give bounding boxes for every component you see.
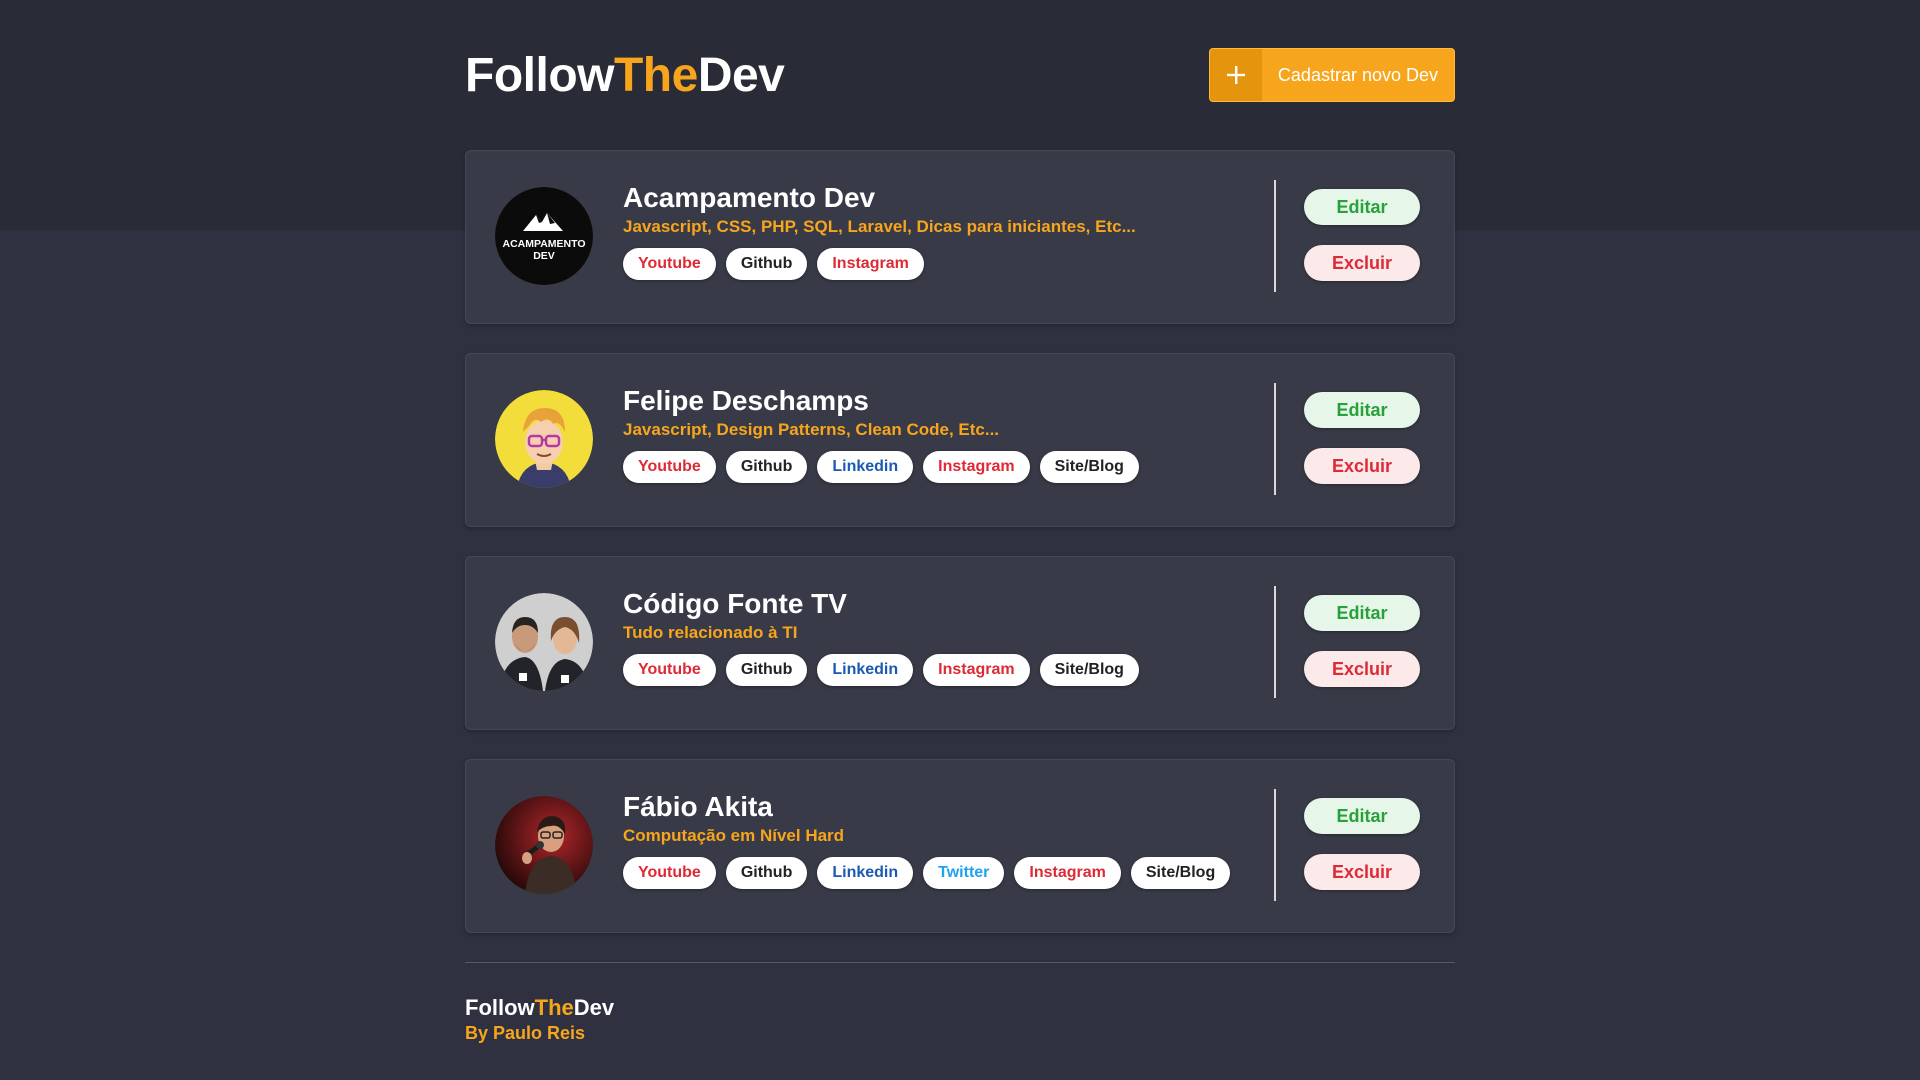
dev-info: Felipe Deschamps Javascript, Design Patt… <box>623 384 1139 483</box>
social-links: Youtube Github Instagram <box>623 248 1136 280</box>
dev-name: Código Fonte TV <box>623 588 847 619</box>
card-divider <box>1274 586 1276 698</box>
link-site-blog[interactable]: Site/Blog <box>1130 857 1231 889</box>
delete-button[interactable]: Excluir <box>1304 854 1420 890</box>
social-links: Youtube Github Linkedin Instagram Site/B… <box>623 451 1139 483</box>
plus-icon <box>1209 49 1262 101</box>
dev-info: Acampamento Dev Javascript, CSS, PHP, SQ… <box>623 181 1136 280</box>
delete-button[interactable]: Excluir <box>1304 651 1420 687</box>
card-divider <box>1274 180 1276 292</box>
svg-text:ACAMPAMENTO: ACAMPAMENTO <box>502 238 585 250</box>
dev-info: Código Fonte TV Tudo relacionado à TI Yo… <box>623 587 1139 686</box>
dev-description: Computação em Nível Hard <box>623 826 845 845</box>
card-actions: Editar Excluir <box>1304 392 1420 484</box>
link-github[interactable]: Github <box>725 654 808 686</box>
footer-credit: By Paulo Reis <box>465 1023 586 1043</box>
link-youtube[interactable]: Youtube <box>623 857 716 889</box>
avatar: ACAMPAMENTO DEV <box>495 187 593 285</box>
dev-name: Acampamento Dev <box>623 182 876 213</box>
header: FollowTheDev Cadastrar novo Dev <box>465 0 1455 150</box>
link-instagram[interactable]: Instagram <box>923 451 1030 483</box>
avatar <box>495 593 593 691</box>
svg-text:DEV: DEV <box>533 250 555 262</box>
add-dev-button[interactable]: Cadastrar novo Dev <box>1208 48 1455 102</box>
app-logo[interactable]: FollowTheDev <box>465 48 785 103</box>
dev-description: Javascript, CSS, PHP, SQL, Laravel, Dica… <box>623 217 1136 236</box>
dev-name: Felipe Deschamps <box>623 385 869 416</box>
link-instagram[interactable]: Instagram <box>923 654 1030 686</box>
main-container: FollowTheDev Cadastrar novo Dev ACAMPAME… <box>465 0 1455 1045</box>
link-github[interactable]: Github <box>725 451 808 483</box>
link-github[interactable]: Github <box>725 248 808 280</box>
card-actions: Editar Excluir <box>1304 189 1420 281</box>
dev-name: Fábio Akita <box>623 791 773 822</box>
link-linkedin[interactable]: Linkedin <box>817 451 914 483</box>
dev-card: Código Fonte TV Tudo relacionado à TI Yo… <box>465 556 1455 730</box>
social-links: Youtube Github Linkedin Instagram Site/B… <box>623 654 1139 686</box>
dev-card: Fábio Akita Computação em Nível Hard You… <box>465 759 1455 933</box>
footer-logo[interactable]: FollowTheDev <box>465 995 1455 1021</box>
edit-button[interactable]: Editar <box>1304 595 1420 631</box>
avatar <box>495 796 593 894</box>
dev-description: Javascript, Design Patterns, Clean Code,… <box>623 420 1000 439</box>
avatar <box>495 390 593 488</box>
footer-logo-follow: Follow <box>465 995 535 1020</box>
link-twitter[interactable]: Twitter <box>923 857 1005 889</box>
dev-description: Tudo relacionado à TI <box>623 623 798 642</box>
delete-button[interactable]: Excluir <box>1304 245 1420 281</box>
link-youtube[interactable]: Youtube <box>623 248 716 280</box>
link-github[interactable]: Github <box>725 857 808 889</box>
card-divider <box>1274 789 1276 901</box>
link-site-blog[interactable]: Site/Blog <box>1039 451 1139 483</box>
footer-logo-the: The <box>534 995 574 1020</box>
card-actions: Editar Excluir <box>1304 595 1420 687</box>
link-site-blog[interactable]: Site/Blog <box>1039 654 1139 686</box>
card-divider <box>1274 383 1276 495</box>
dev-card: Felipe Deschamps Javascript, Design Patt… <box>465 353 1455 527</box>
dev-card: ACAMPAMENTO DEV Acampamento Dev Javascri… <box>465 150 1455 324</box>
link-linkedin[interactable]: Linkedin <box>817 857 914 889</box>
link-youtube[interactable]: Youtube <box>623 654 716 686</box>
edit-button[interactable]: Editar <box>1304 189 1420 225</box>
link-instagram[interactable]: Instagram <box>1014 857 1121 889</box>
footer-logo-dev: Dev <box>573 995 615 1020</box>
link-instagram[interactable]: Instagram <box>817 248 924 280</box>
delete-button[interactable]: Excluir <box>1304 448 1420 484</box>
edit-button[interactable]: Editar <box>1304 798 1420 834</box>
logo-part-dev: Dev <box>697 48 785 102</box>
add-dev-label: Cadastrar novo Dev <box>1277 64 1438 85</box>
footer: FollowTheDev By Paulo Reis <box>465 962 1455 1045</box>
social-links: Youtube Github Linkedin Twitter Instagra… <box>623 857 1231 889</box>
logo-part-the: The <box>613 48 698 102</box>
link-linkedin[interactable]: Linkedin <box>817 654 914 686</box>
link-youtube[interactable]: Youtube <box>623 451 716 483</box>
card-actions: Editar Excluir <box>1304 798 1420 890</box>
edit-button[interactable]: Editar <box>1304 392 1420 428</box>
logo-part-follow: Follow <box>465 48 614 102</box>
dev-info: Fábio Akita Computação em Nível Hard You… <box>623 790 1231 889</box>
